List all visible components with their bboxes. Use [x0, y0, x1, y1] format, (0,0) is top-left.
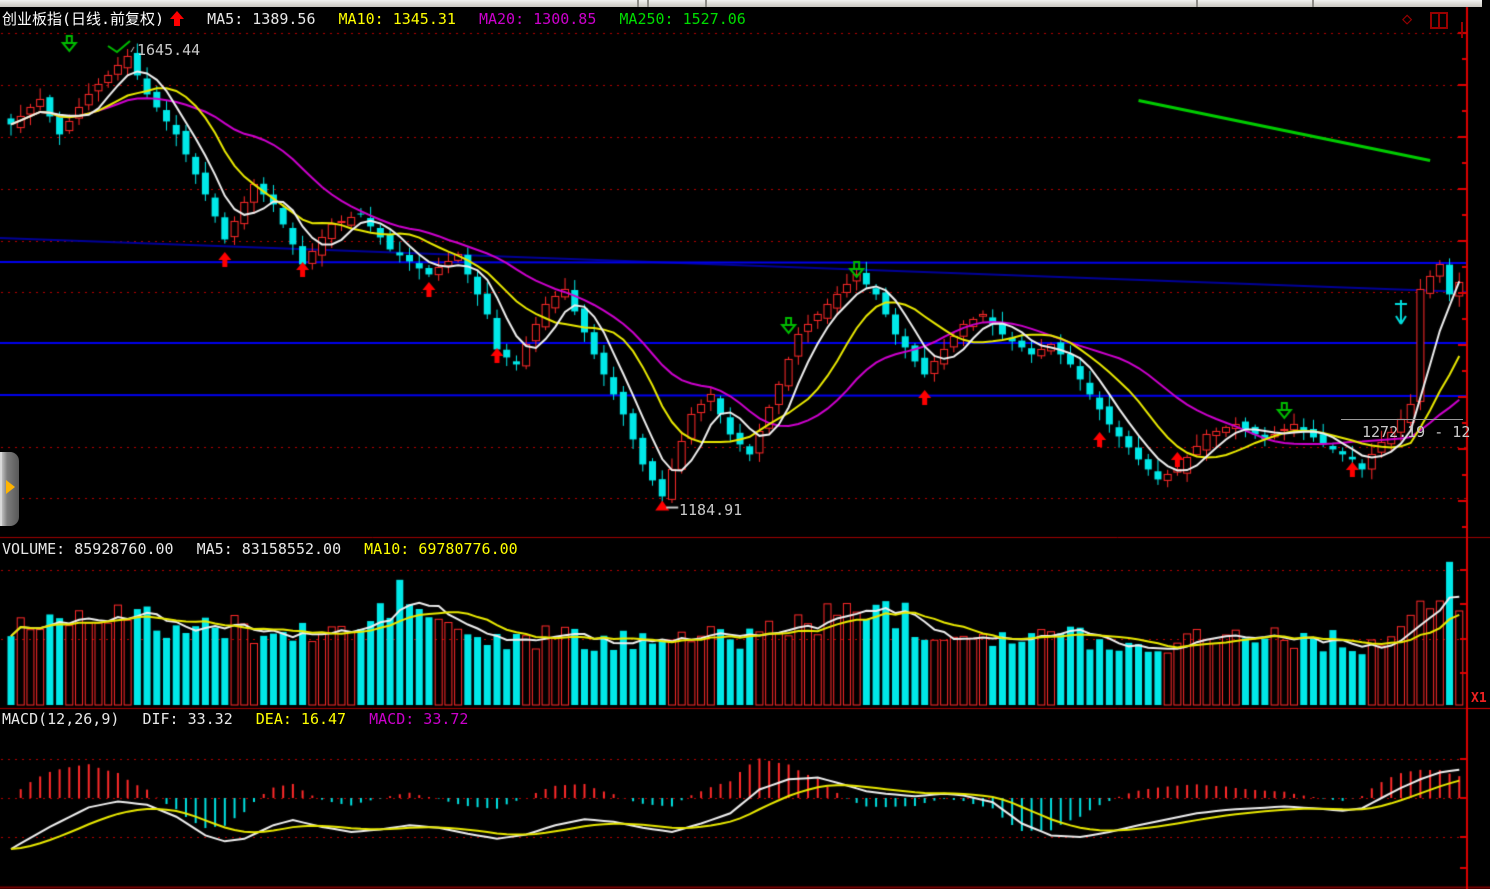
- price-level-text: 1272.19 - 12: [1362, 423, 1470, 441]
- macd-params: MACD(12,26,9): [2, 710, 119, 728]
- chart-title: 创业板指(日线.前复权): [2, 10, 164, 28]
- stock-app-window: 创业板指(日线.前复权) MA5: 1389.56 MA10: 1345.31 …: [0, 0, 1490, 889]
- ma10-value: MA10: 1345.31: [339, 10, 456, 28]
- low-price-label: 1184.91: [679, 501, 742, 519]
- tile-windows-icon[interactable]: [1430, 12, 1448, 29]
- sidebar-expand-handle[interactable]: [0, 452, 19, 526]
- toolbar-separator: [647, 0, 649, 7]
- toolbar-separator: [1196, 0, 1198, 7]
- volume-ma5-value: MA5: 83158552.00: [197, 540, 342, 558]
- high-price-label: 1645.44: [137, 41, 200, 59]
- x-axis-scale-label: X1: [1471, 691, 1487, 706]
- ma20-value: MA20: 1300.85: [479, 10, 596, 28]
- ma250-value: MA250: 1527.06: [619, 10, 745, 28]
- diamond-icon[interactable]: ◇: [1402, 9, 1412, 29]
- volume-value: VOLUME: 85928760.00: [2, 540, 174, 558]
- axis-stub: [1461, 22, 1463, 38]
- toolbar-separator: [705, 0, 707, 7]
- price-level-callout: 1272.19 - 12: [1341, 419, 1463, 444]
- macd-value: MACD: 33.72: [369, 710, 468, 728]
- volume-ma10-value: MA10: 69780776.00: [364, 540, 518, 558]
- toolbar-separator: [637, 0, 639, 7]
- ma5-value: MA5: 1389.56: [207, 10, 315, 28]
- main-indicator-row: 创业板指(日线.前复权) MA5: 1389.56 MA10: 1345.31 …: [2, 8, 760, 29]
- dea-value: DEA: 16.47: [256, 710, 346, 728]
- expand-arrow-icon: [6, 480, 15, 494]
- volume-indicator-row: VOLUME: 85928760.00 MA5: 83158552.00 MA1…: [2, 540, 532, 558]
- dif-value: DIF: 33.32: [142, 710, 232, 728]
- top-toolbar[interactable]: [0, 0, 1482, 7]
- macd-indicator-row: MACD(12,26,9) DIF: 33.32 DEA: 16.47 MACD…: [2, 710, 482, 728]
- trend-up-arrow-icon: [170, 11, 184, 26]
- chart-canvas[interactable]: [0, 0, 1490, 889]
- toolbar-separator: [1312, 0, 1314, 7]
